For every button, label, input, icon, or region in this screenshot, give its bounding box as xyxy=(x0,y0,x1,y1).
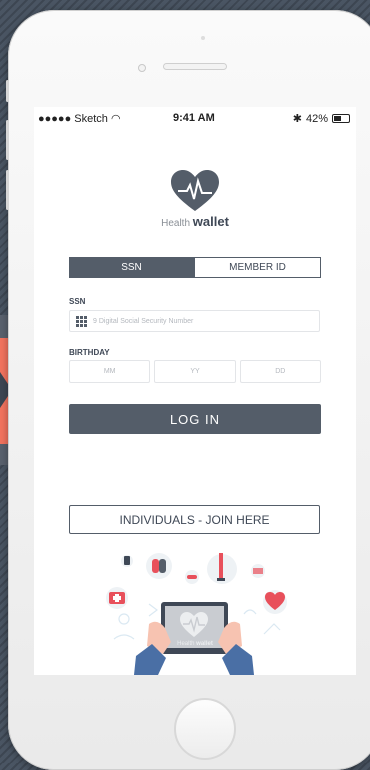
birthday-fields: MM YY DD xyxy=(69,360,321,383)
heart-pulse-icon xyxy=(171,170,219,211)
carrier-text: ●●●●● Sketch xyxy=(38,113,108,125)
tablet: Health wallet xyxy=(161,602,228,654)
battery-icon xyxy=(332,114,350,123)
wifi-icon: ◠ xyxy=(110,113,121,125)
phone-volume-up xyxy=(6,120,9,160)
health-illustration: Health wallet xyxy=(106,553,287,675)
carrier-label: ●●●●● Sketch ◠ xyxy=(38,112,121,125)
status-right: ✱ 42% xyxy=(293,112,350,125)
logo-word-wallet: wallet xyxy=(192,214,229,229)
phone-mute-switch xyxy=(6,80,9,102)
tablet-word-health: Health xyxy=(177,641,194,647)
ssn-input[interactable]: 9 Digital Social Security Number xyxy=(69,310,320,332)
phone-volume-down xyxy=(6,170,9,210)
phone-camera xyxy=(138,64,146,72)
phone-sensor xyxy=(201,36,205,40)
tablet-word-wallet: wallet xyxy=(195,641,213,647)
phone-speaker xyxy=(163,63,227,70)
birthday-month-field[interactable]: MM xyxy=(69,360,151,383)
status-bar: ●●●●● Sketch ◠ 9:41 AM ✱ 42% xyxy=(34,107,356,129)
app-screen: ●●●●● Sketch ◠ 9:41 AM ✱ 42% Health wall… xyxy=(34,107,356,675)
app-logo: Health wallet xyxy=(34,169,356,229)
keypad-icon xyxy=(76,315,87,327)
bluetooth-icon: ✱ xyxy=(292,113,302,125)
logo-wordmark: Health wallet xyxy=(34,214,356,229)
ssn-placeholder: 9 Digital Social Security Number xyxy=(93,317,194,325)
join-button[interactable]: INDIVIDUALS - JOIN HERE xyxy=(69,505,320,534)
phone-home-button[interactable] xyxy=(174,698,236,760)
ssn-label: SSN xyxy=(69,297,86,306)
login-type-tabs: SSN MEMBER ID xyxy=(69,257,321,278)
tab-ssn[interactable]: SSN xyxy=(69,257,194,278)
login-button[interactable]: LOG IN xyxy=(69,404,321,434)
status-time: 9:41 AM xyxy=(173,112,215,124)
battery-percent: 42% xyxy=(305,112,328,125)
logo-word-health: Health xyxy=(161,218,190,229)
birthday-day-field[interactable]: DD xyxy=(239,360,321,383)
tab-member-id[interactable]: MEMBER ID xyxy=(194,257,321,278)
birthday-label: BIRTHDAY xyxy=(69,348,110,357)
birthday-year-field[interactable]: YY xyxy=(154,360,236,383)
svg-text:Health wallet: Health wallet xyxy=(177,641,213,647)
